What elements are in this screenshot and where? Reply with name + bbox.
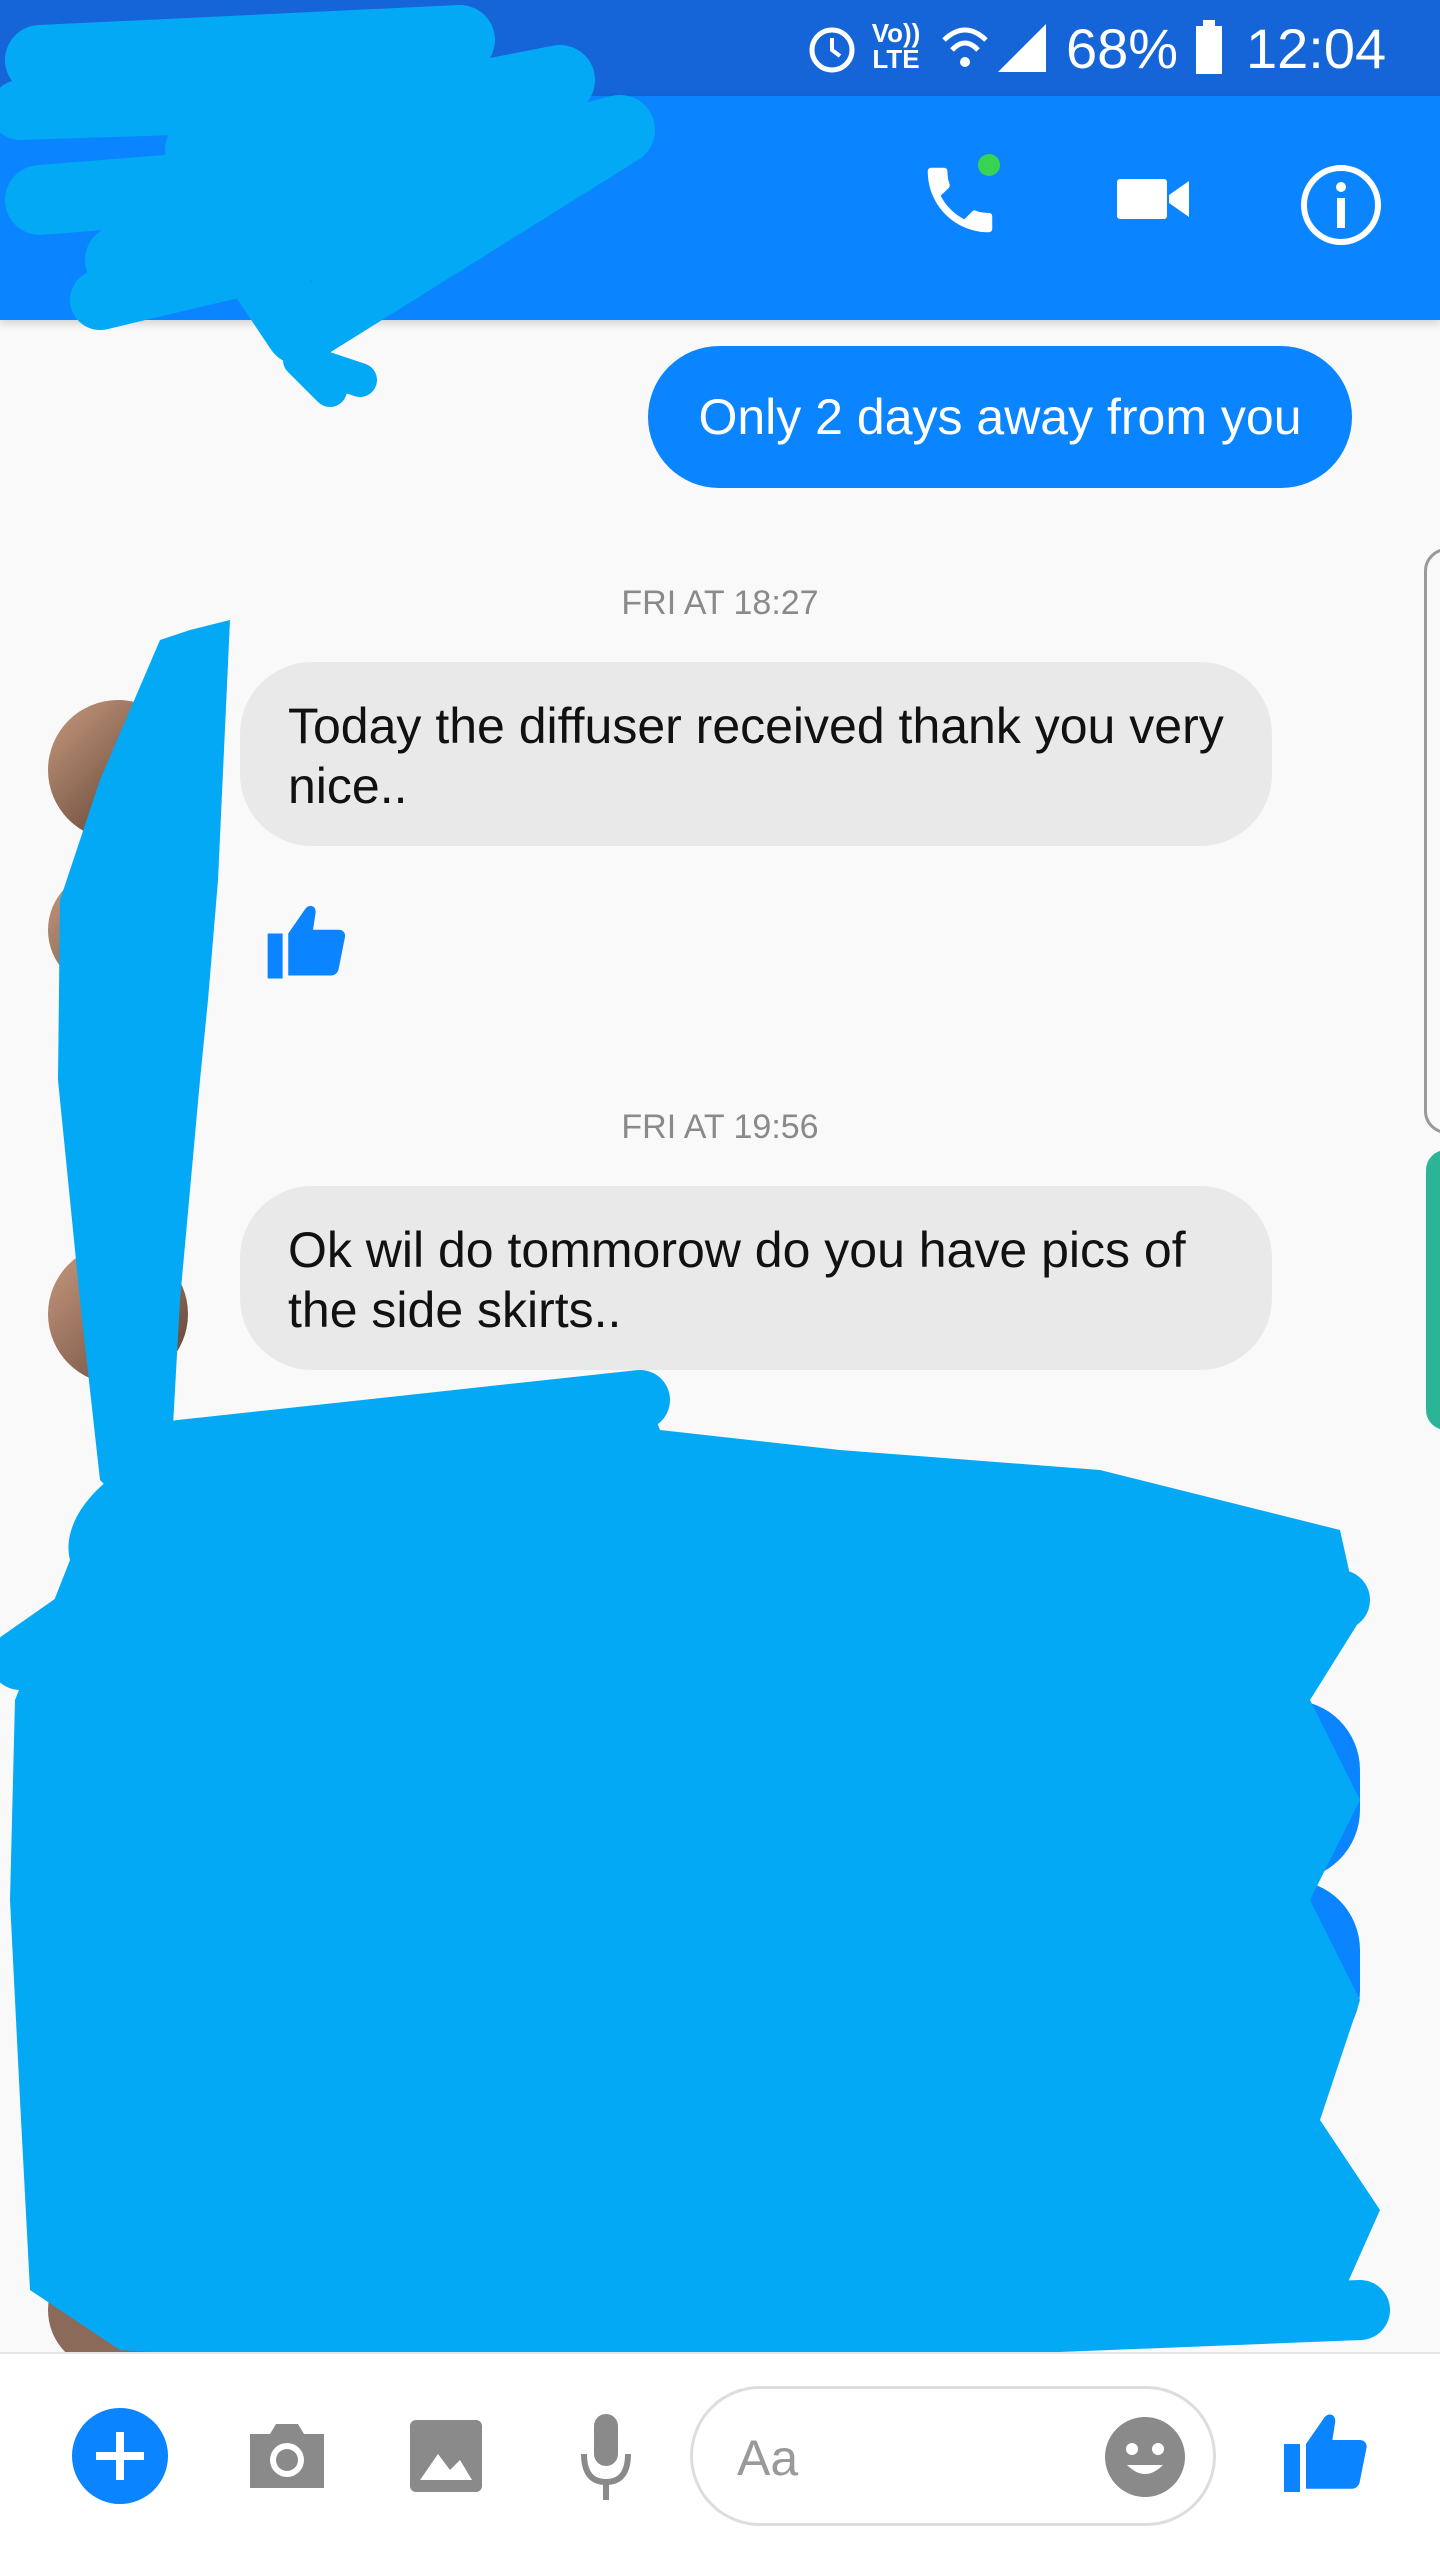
outgoing-message[interactable] (1160, 1880, 1360, 2060)
volte-icon: Vo)) LTE (871, 18, 921, 74)
incoming-message[interactable]: Today the diffuser received thank you ve… (240, 662, 1272, 846)
info-icon[interactable] (1296, 160, 1386, 250)
message-input[interactable]: Aa (690, 2386, 1216, 2526)
video-icon[interactable] (1108, 154, 1198, 244)
avatar[interactable] (48, 1244, 188, 1384)
camera-icon[interactable] (244, 2416, 330, 2494)
mail-icon (40, 26, 100, 70)
message-text: Ok wil do tommorow do you have pics of t… (288, 1222, 1186, 1338)
outgoing-message[interactable]: Only 2 days away from you (648, 346, 1352, 488)
image-icon[interactable] (406, 2416, 486, 2496)
call-icon[interactable] (910, 150, 1010, 250)
like-send-icon[interactable] (1278, 2402, 1374, 2502)
timestamp: FRI AT 19:56 (621, 1108, 819, 1146)
chat-head-edge[interactable] (1426, 1150, 1440, 1430)
composer-bar: Aa (0, 2352, 1440, 2562)
thumbs-up-icon[interactable] (262, 894, 352, 988)
avatar[interactable] (48, 700, 188, 840)
active-status-dot (978, 154, 1000, 176)
microphone-icon[interactable] (576, 2410, 636, 2506)
outgoing-message[interactable] (1140, 1700, 1360, 1880)
contact-name[interactable]: L d ler (280, 150, 469, 210)
status-time: 12:04 (1246, 17, 1387, 80)
conversation-header: L d ler (0, 96, 1440, 320)
emoji-icon[interactable] (1103, 2415, 1187, 2499)
plus-icon[interactable] (72, 2408, 168, 2504)
message-text: Only 2 days away from you (698, 389, 1302, 445)
message-input-placeholder: Aa (737, 2430, 799, 2486)
signal-icon (998, 24, 1046, 72)
alarm-icon (809, 27, 855, 73)
wifi-icon (942, 27, 988, 67)
chat-head-edge[interactable] (1424, 548, 1440, 1134)
battery-icon (1196, 20, 1222, 74)
gallery-icon (110, 22, 162, 72)
avatar[interactable] (48, 870, 168, 990)
message-text: Today the diffuser received thank you ve… (288, 698, 1224, 814)
status-bar: Vo)) LTE 68% 12:04 (0, 0, 1440, 96)
timestamp: FRI AT 18:27 (621, 584, 819, 622)
incoming-message[interactable]: Ok wil do tommorow do you have pics of t… (240, 1186, 1272, 1370)
battery-percent: 68% (1066, 17, 1179, 80)
